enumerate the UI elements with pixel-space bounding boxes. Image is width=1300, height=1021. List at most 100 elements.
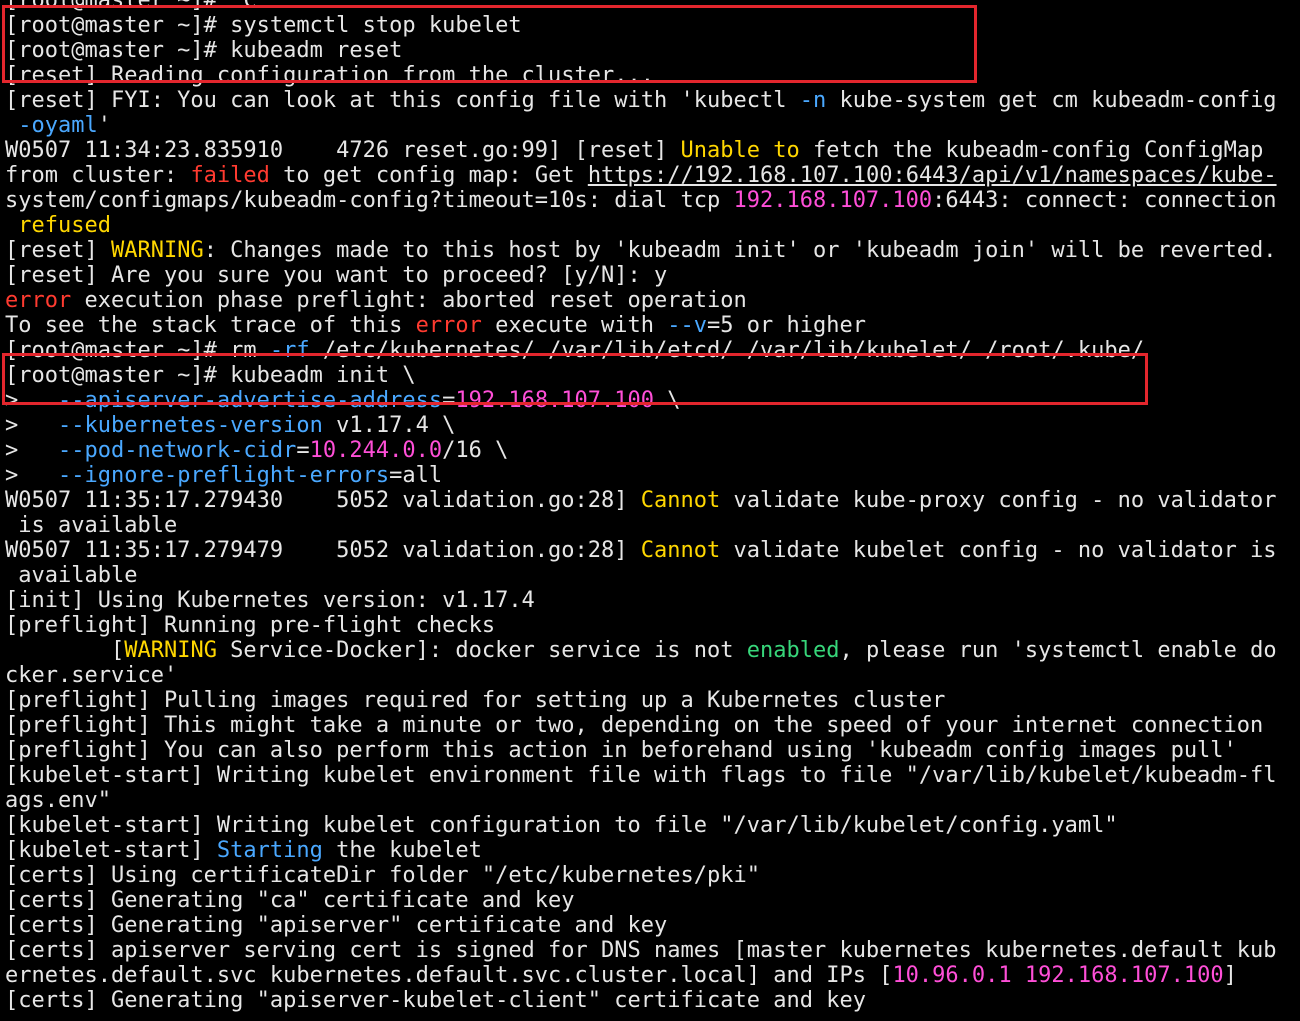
terminal-text-segment: : Changes made to this host by 'kubeadm … bbox=[203, 238, 1277, 263]
terminal-text-segment: ernetes.default.svc kubernetes.default.s… bbox=[5, 963, 893, 988]
terminal-text-segment: > bbox=[5, 463, 58, 488]
terminal-text-segment: [preflight] This might take a minute or … bbox=[5, 713, 1264, 738]
terminal-text-segment: error bbox=[415, 313, 482, 338]
terminal-text-segment: [init] Using Kubernetes version: v1.17.4 bbox=[5, 588, 535, 613]
terminal-text-segment: --apiserver-advertise-address bbox=[57, 388, 443, 413]
terminal-text-segment: =all bbox=[389, 463, 443, 488]
terminal-line: > --apiserver-advertise-address=192.168.… bbox=[0, 388, 1300, 413]
terminal-text-segment: WARNING bbox=[124, 638, 217, 663]
terminal-text-segment: 192.168.107.100 bbox=[455, 388, 655, 413]
terminal-text-segment: [reset] bbox=[5, 238, 111, 263]
terminal-line: [root@master ~]# kubeadm reset bbox=[0, 38, 1300, 63]
terminal-text-segment: validate kube-proxy config - no validato… bbox=[720, 488, 1277, 513]
terminal-text-segment: [preflight] You can also perform this ac… bbox=[5, 738, 1237, 763]
terminal-text-segment: [kubelet-start] bbox=[5, 838, 217, 863]
terminal-text-segment: To see the stack trace of this bbox=[5, 313, 416, 338]
terminal-line: [root@master ~]# ^C bbox=[0, 0, 1300, 13]
terminal-text-segment: = bbox=[296, 438, 310, 463]
terminal-text-segment: [preflight] Running pre-flight checks bbox=[5, 613, 496, 638]
terminal-text-segment: --pod-network-cidr bbox=[57, 438, 297, 463]
terminal-line: [certs] Generating "apiserver" certifica… bbox=[0, 913, 1300, 938]
terminal-line: [preflight] Pulling images required for … bbox=[0, 688, 1300, 713]
terminal-line: > --ignore-preflight-errors=all bbox=[0, 463, 1300, 488]
terminal-text-segment: kube-system get cm kubeadm-config bbox=[826, 88, 1277, 113]
terminal-text-segment: 10.96.0.1 bbox=[892, 963, 1012, 988]
terminal-text-segment: 192.168.107.100 bbox=[733, 188, 933, 213]
terminal-line: available bbox=[0, 563, 1300, 588]
terminal-line: [certs] Generating "apiserver-kubelet-cl… bbox=[0, 988, 1300, 1013]
terminal-line: [preflight] You can also perform this ac… bbox=[0, 738, 1300, 763]
terminal-text-segment: ] bbox=[1223, 963, 1237, 988]
terminal-line: cker.service' bbox=[0, 663, 1300, 688]
terminal-text-segment: [certs] Generating "ca" certificate and … bbox=[5, 888, 575, 913]
terminal-line: refused bbox=[0, 213, 1300, 238]
terminal-text-segment: --v bbox=[667, 313, 708, 338]
terminal-line: [root@master ~]# rm -rf /etc/kubernetes/… bbox=[0, 338, 1300, 363]
terminal-line: [reset] WARNING: Changes made to this ho… bbox=[0, 238, 1300, 263]
terminal-text-segment: -rf bbox=[269, 338, 310, 363]
terminal-text-segment: W0507 11:35:17.279479 5052 validation.go… bbox=[5, 538, 641, 563]
terminal-text-segment: refused bbox=[18, 213, 111, 238]
terminal-line: system/configmaps/kubeadm-config?timeout… bbox=[0, 188, 1300, 213]
terminal-text-segment: [reset] Reading configuration from the c… bbox=[5, 63, 655, 88]
terminal-text-segment: [kubelet-start] Writing kubelet environm… bbox=[5, 763, 1277, 788]
terminal-text-segment: enabled bbox=[746, 638, 840, 663]
terminal-text-segment: [certs] Generating "apiserver" certifica… bbox=[5, 913, 668, 938]
terminal-text-segment: WARNING bbox=[110, 238, 204, 263]
terminal-line: [kubelet-start] Writing kubelet configur… bbox=[0, 813, 1300, 838]
terminal-text-segment: , please run 'systemctl enable do bbox=[839, 638, 1277, 663]
terminal-text-segment: from cluster: bbox=[5, 163, 191, 188]
terminal-line: error execution phase preflight: aborted… bbox=[0, 288, 1300, 313]
terminal-line: [kubelet-start] Writing kubelet environm… bbox=[0, 763, 1300, 788]
terminal-text-segment: /etc/kubernetes/ /var/lib/etcd/ /var/lib… bbox=[309, 338, 1145, 363]
terminal-line: [root@master ~]# systemctl stop kubelet bbox=[0, 13, 1300, 38]
terminal-line: > --kubernetes-version v1.17.4 \ bbox=[0, 413, 1300, 438]
terminal-text-segment: v1.17.4 \ bbox=[322, 413, 456, 438]
terminal-text-segment: ags.env" bbox=[5, 788, 111, 813]
terminal-text-segment: cker.service' bbox=[5, 663, 178, 688]
terminal-line: [reset] Reading configuration from the c… bbox=[0, 63, 1300, 88]
terminal-text-segment: [root@master ~]# kubeadm init \ bbox=[5, 363, 416, 388]
terminal-text-segment: [root@master ~]# systemctl stop kubelet bbox=[5, 13, 522, 38]
terminal-line: [root@master ~]# kubeadm init \ bbox=[0, 363, 1300, 388]
terminal-line: W0507 11:34:23.835910 4726 reset.go:99] … bbox=[0, 138, 1300, 163]
terminal-text-segment: Cannot bbox=[640, 488, 721, 513]
terminal-text-segment: --kubernetes-version bbox=[57, 413, 323, 438]
terminal-text-segment: [reset] Are you sure you want to proceed… bbox=[5, 263, 668, 288]
terminal-text-segment: Service-Docker]: docker service is not bbox=[216, 638, 747, 663]
terminal-text-segment: > bbox=[5, 413, 58, 438]
terminal-text-segment: [root@master ~]# ^C bbox=[5, 0, 257, 13]
terminal-text-segment: is available bbox=[5, 513, 178, 538]
terminal-output[interactable]: [root@master ~]# ^C [root@master ~]# syst… bbox=[0, 0, 1300, 1013]
terminal-text-segment: [certs] Generating "apiserver-kubelet-cl… bbox=[5, 988, 866, 1013]
terminal-text-segment: system/configmaps/kubeadm-config?timeout… bbox=[5, 188, 734, 213]
terminal-line: -oyaml' bbox=[0, 113, 1300, 138]
terminal-text-segment: fetch the kubeadm-config ConfigMap bbox=[799, 138, 1264, 163]
terminal-line: is available bbox=[0, 513, 1300, 538]
terminal-text-segment: ' bbox=[97, 113, 111, 138]
terminal-text-segment: [root@master ~]# kubeadm reset bbox=[5, 38, 403, 63]
terminal-text-segment: https://192.168.107.100:6443/api/v1/name… bbox=[587, 163, 1277, 188]
terminal-line: [reset] FYI: You can look at this config… bbox=[0, 88, 1300, 113]
terminal-text-segment: =5 or higher bbox=[707, 313, 866, 338]
terminal-line: [kubelet-start] Starting the kubelet bbox=[0, 838, 1300, 863]
terminal-line: [preflight] Running pre-flight checks bbox=[0, 613, 1300, 638]
terminal-text-segment: > bbox=[5, 388, 58, 413]
terminal-text-segment: [certs] apiserver serving cert is signed… bbox=[5, 938, 1277, 963]
terminal-text-segment: /16 \ bbox=[442, 438, 509, 463]
terminal-line: ags.env" bbox=[0, 788, 1300, 813]
terminal-line: W0507 11:35:17.279479 5052 validation.go… bbox=[0, 538, 1300, 563]
terminal-line: W0507 11:35:17.279430 5052 validation.go… bbox=[0, 488, 1300, 513]
terminal-text-segment: > bbox=[5, 438, 58, 463]
terminal-line: [certs] Using certificateDir folder "/et… bbox=[0, 863, 1300, 888]
terminal-line: [reset] Are you sure you want to proceed… bbox=[0, 263, 1300, 288]
terminal-line: from cluster: failed to get config map: … bbox=[0, 163, 1300, 188]
terminal-line: [certs] apiserver serving cert is signed… bbox=[0, 938, 1300, 963]
terminal-line: [certs] Generating "ca" certificate and … bbox=[0, 888, 1300, 913]
terminal-text-segment: :6443: connect: connection bbox=[932, 188, 1277, 213]
terminal-text-segment: = bbox=[442, 388, 456, 413]
terminal-text-segment: W0507 11:35:17.279430 5052 validation.go… bbox=[5, 488, 641, 513]
